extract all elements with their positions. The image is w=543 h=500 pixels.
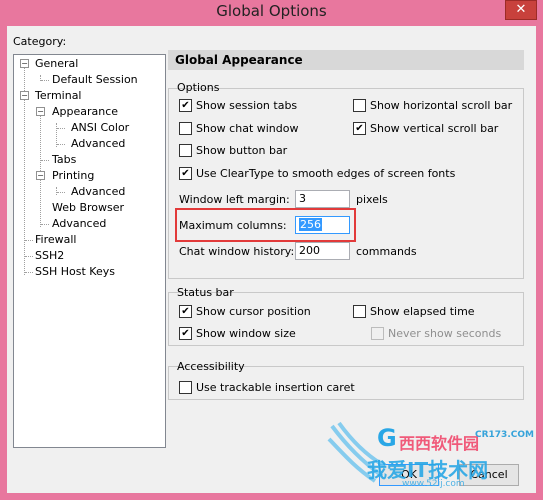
checkbox-box: [179, 121, 192, 135]
show-horizontal-scroll-bar-checkbox[interactable]: Show horizontal scroll bar: [353, 98, 512, 113]
checkbox-box: [353, 98, 366, 112]
watermark-domain: CR173.COM: [475, 430, 534, 440]
tree-item-ssh2[interactable]: SSH2: [35, 249, 64, 263]
watermark-url: www.52ij.com: [402, 479, 465, 489]
show-elapsed-time-checkbox[interactable]: Show elapsed time: [353, 304, 475, 319]
checkbox-box: ✔: [353, 121, 366, 135]
show-window-size-checkbox[interactable]: ✔ Show window size: [179, 326, 296, 341]
tree-item-appearance-advanced[interactable]: Advanced: [71, 137, 125, 151]
watermark-brand: 西西软件园: [399, 434, 480, 453]
show-button-bar-checkbox[interactable]: Show button bar: [179, 143, 287, 158]
tree-item-appearance[interactable]: Appearance: [52, 105, 119, 119]
chat-window-history-label: Chat window history:: [179, 245, 295, 258]
tree-item-web-browser[interactable]: Web Browser: [52, 201, 124, 215]
checkbox-box: ✔: [179, 166, 192, 180]
window-left-margin-unit: pixels: [356, 193, 388, 206]
tree-connector: [57, 192, 65, 193]
checkbox-box: ✔: [179, 98, 192, 112]
tree-item-ansi-color[interactable]: ANSI Color: [71, 121, 129, 135]
tree-item-printing[interactable]: Printing: [52, 169, 94, 183]
accessibility-group-title: Accessibility: [177, 360, 245, 373]
category-label: Category:: [13, 35, 67, 48]
title-bar[interactable]: Global Options ✕: [0, 0, 543, 24]
tree-connector: [57, 144, 65, 145]
chat-window-history-unit: commands: [356, 245, 417, 258]
show-vertical-scroll-bar-checkbox[interactable]: ✔ Show vertical scroll bar: [353, 121, 498, 136]
maximum-columns-input[interactable]: 256: [295, 216, 350, 234]
collapse-icon[interactable]: −: [20, 59, 29, 68]
tree-connector: [41, 160, 49, 161]
checkbox-box: ✔: [179, 326, 192, 340]
show-cursor-position-checkbox[interactable]: ✔ Show cursor position: [179, 304, 311, 319]
close-icon: ✕: [515, 2, 527, 17]
watermark-logo: G: [377, 424, 397, 452]
checkbox-box: [371, 326, 384, 340]
checkbox-box: [179, 143, 192, 157]
checkbox-box: [353, 304, 366, 318]
use-cleartype-checkbox[interactable]: ✔ Use ClearType to smooth edges of screen…: [179, 166, 455, 181]
tree-item-default-session[interactable]: Default Session: [52, 73, 138, 87]
tree-item-ssh-host-keys[interactable]: SSH Host Keys: [35, 265, 115, 279]
window-left-margin-input[interactable]: 3: [295, 190, 350, 208]
collapse-icon[interactable]: −: [36, 107, 45, 116]
tree-item-terminal[interactable]: Terminal: [35, 89, 82, 103]
options-group-title: Options: [177, 81, 220, 94]
show-session-tabs-checkbox[interactable]: ✔ Show session tabs: [179, 98, 297, 113]
window-title: Global Options: [216, 2, 327, 20]
maximum-columns-label: Maximum columns:: [179, 219, 287, 232]
tree-item-tabs[interactable]: Tabs: [52, 153, 76, 167]
tree-connector: [56, 187, 57, 195]
tree-connector: [57, 128, 65, 129]
tree-connector: [25, 240, 33, 241]
chat-window-history-input[interactable]: 200: [295, 242, 350, 260]
collapse-icon[interactable]: −: [36, 171, 45, 180]
tree-connector: [25, 256, 33, 257]
tree-item-firewall[interactable]: Firewall: [35, 233, 76, 247]
dialog-frame: Global Options ✕ Category: − General Def…: [0, 0, 543, 500]
close-button[interactable]: ✕: [505, 0, 537, 20]
panel-header: Global Appearance: [168, 50, 524, 70]
never-show-seconds-checkbox: Never show seconds: [371, 326, 501, 341]
show-chat-window-checkbox[interactable]: Show chat window: [179, 121, 298, 136]
category-tree[interactable]: − General Default Session − Terminal − A…: [13, 54, 166, 448]
tree-connector: [41, 224, 49, 225]
checkbox-box: ✔: [179, 304, 192, 318]
dialog-client: Category: − General Default Session − Te…: [7, 26, 536, 493]
tree-item-general[interactable]: General: [35, 57, 78, 71]
tree-item-web-browser-advanced[interactable]: Advanced: [52, 217, 106, 231]
window-left-margin-label: Window left margin:: [179, 193, 290, 206]
tree-connector: [41, 80, 49, 81]
collapse-icon[interactable]: −: [20, 91, 29, 100]
tree-item-printing-advanced[interactable]: Advanced: [71, 185, 125, 199]
tree-connector: [25, 272, 33, 273]
status-bar-group-title: Status bar: [177, 286, 234, 299]
selected-text: 256: [299, 218, 322, 231]
use-trackable-caret-checkbox[interactable]: Use trackable insertion caret: [179, 380, 355, 395]
checkbox-box: [179, 380, 192, 394]
